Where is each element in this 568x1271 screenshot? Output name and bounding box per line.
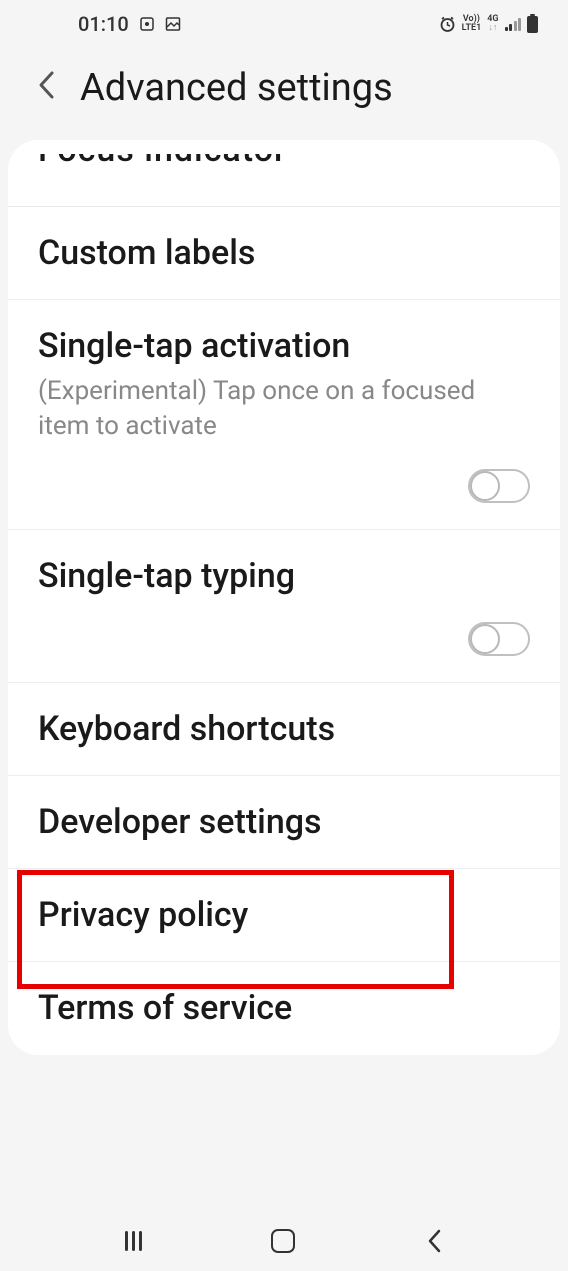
row-developer-settings[interactable]: Developer settings bbox=[8, 776, 560, 869]
status-bar: 01:10 Vo)) LTE1 4G ↓↑ bbox=[0, 0, 568, 48]
back-button[interactable] bbox=[425, 1227, 443, 1255]
clock-text: 01:10 bbox=[78, 12, 129, 36]
row-single-tap-typing[interactable]: Single-tap typing bbox=[8, 530, 560, 683]
image-icon bbox=[165, 16, 181, 32]
recents-button[interactable] bbox=[125, 1231, 142, 1251]
row-focus-indicator[interactable]: Focus indicator bbox=[8, 148, 560, 207]
row-keyboard-shortcuts[interactable]: Keyboard shortcuts bbox=[8, 683, 560, 776]
signal-icon bbox=[505, 17, 522, 31]
back-icon[interactable] bbox=[36, 69, 56, 107]
row-privacy-policy[interactable]: Privacy policy bbox=[8, 869, 560, 962]
network-label: Vo)) LTE1 bbox=[462, 15, 482, 33]
row-title: Keyboard shortcuts bbox=[38, 707, 530, 751]
home-button[interactable] bbox=[271, 1229, 295, 1253]
status-left: 01:10 bbox=[78, 12, 181, 36]
page-title: Advanced settings bbox=[80, 66, 393, 110]
row-title: Custom labels bbox=[38, 231, 530, 275]
status-right: Vo)) LTE1 4G ↓↑ bbox=[439, 15, 538, 33]
row-title: Terms of service bbox=[38, 986, 530, 1030]
row-single-tap-activation[interactable]: Single-tap activation (Experimental) Tap… bbox=[8, 300, 560, 529]
toggle-switch[interactable] bbox=[468, 469, 530, 503]
clock-icon bbox=[139, 16, 155, 32]
row-title: Single-tap activation bbox=[38, 324, 530, 368]
row-title: Developer settings bbox=[38, 800, 530, 844]
network-gen: 4G ↓↑ bbox=[487, 15, 498, 33]
row-title: Single-tap typing bbox=[38, 554, 530, 598]
row-title: Privacy policy bbox=[38, 893, 530, 937]
toggle-switch[interactable] bbox=[468, 622, 530, 656]
row-subtitle: (Experimental) Tap once on a focused ite… bbox=[38, 374, 530, 444]
row-custom-labels[interactable]: Custom labels bbox=[8, 207, 560, 300]
header: Advanced settings bbox=[0, 48, 568, 140]
row-terms-of-service[interactable]: Terms of service bbox=[8, 962, 560, 1054]
navigation-bar bbox=[0, 1211, 568, 1271]
row-title: Focus indicator bbox=[38, 140, 530, 170]
settings-card: Focus indicator Custom labels Single-tap… bbox=[8, 140, 560, 1055]
battery-icon bbox=[527, 16, 538, 33]
alarm-icon bbox=[439, 16, 456, 33]
